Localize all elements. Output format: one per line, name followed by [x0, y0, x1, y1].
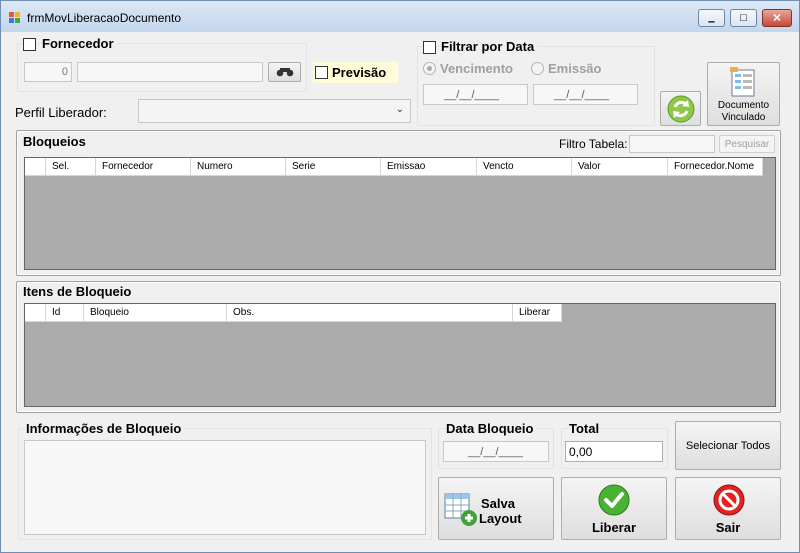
previsao-label: Previsão — [332, 65, 387, 80]
main-window: frmMovLiberacaoDocumento ▁ □ ✕ Fornecedo… — [0, 0, 800, 553]
emissao-radio[interactable] — [531, 62, 544, 75]
column-header[interactable]: Sel. — [46, 158, 96, 176]
fornecedor-search-button[interactable] — [268, 62, 301, 82]
column-header[interactable]: Obs. — [227, 304, 513, 322]
minimize-icon: ▁ — [708, 13, 715, 23]
row-header-cell — [25, 158, 46, 176]
filtro-data-checkbox[interactable] — [423, 41, 436, 54]
checkmark-icon — [598, 484, 630, 516]
selecionar-todos-label: Selecionar Todos — [685, 440, 771, 452]
documento-vinculado-button[interactable]: Documento Vinculado — [707, 62, 780, 126]
salva-layout-button[interactable]: Salva Layout — [438, 477, 554, 540]
sair-label: Sair — [715, 520, 741, 535]
maximize-button[interactable]: □ — [730, 9, 757, 27]
vencimento-radio[interactable] — [423, 62, 436, 75]
column-header[interactable]: Numero — [191, 158, 286, 176]
data-bloqueio-input[interactable]: __/__/____ — [443, 441, 549, 462]
liberar-label: Liberar — [591, 520, 637, 535]
fornecedor-label: Fornecedor — [42, 36, 118, 51]
salva-layout-label-2: Layout — [479, 511, 522, 526]
liberar-button[interactable]: Liberar — [561, 477, 667, 540]
vencimento-label: Vencimento — [440, 61, 513, 76]
salva-layout-label-1: Salva — [481, 496, 515, 511]
column-header[interactable]: Emissao — [381, 158, 477, 176]
close-button[interactable]: ✕ — [762, 9, 792, 27]
date-from-input[interactable]: __/__/____ — [423, 84, 528, 105]
fornecedor-code-input[interactable]: 0 — [24, 62, 72, 82]
itens-title: Itens de Bloqueio — [23, 284, 132, 299]
previsao-checkbox[interactable] — [315, 66, 328, 79]
total-title: Total — [569, 421, 603, 436]
column-header[interactable]: Vencto — [477, 158, 572, 176]
emissao-label: Emissão — [548, 61, 602, 76]
filtro-tabela-label: Filtro Tabela: — [559, 137, 628, 151]
minimize-button[interactable]: ▁ — [698, 9, 725, 27]
info-textarea[interactable] — [24, 440, 426, 535]
maximize-icon: □ — [740, 12, 747, 24]
column-header[interactable]: Fornecedor — [96, 158, 191, 176]
perfil-select[interactable]: ⌄ — [138, 99, 411, 123]
document-icon — [730, 67, 755, 97]
column-header[interactable]: Id — [46, 304, 84, 322]
window-title: frmMovLiberacaoDocumento — [27, 11, 182, 25]
data-bloqueio-title: Data Bloqueio — [446, 421, 537, 436]
row-header-cell — [25, 304, 46, 322]
pesquisar-button[interactable]: Pesquisar — [719, 135, 775, 153]
date-to-input[interactable]: __/__/____ — [533, 84, 638, 105]
title-bar: frmMovLiberacaoDocumento ▁ □ ✕ — [1, 1, 799, 32]
column-header[interactable]: Serie — [286, 158, 381, 176]
filtro-tabela-input[interactable] — [629, 135, 715, 153]
fornecedor-checkbox[interactable] — [23, 38, 36, 51]
itens-grid-header: Id Bloqueio Obs. Liberar — [25, 304, 562, 322]
bloqueios-grid[interactable]: Sel. Fornecedor Numero Serie Emissao Ven… — [24, 157, 776, 270]
selecionar-todos-button[interactable]: Selecionar Todos — [675, 421, 781, 470]
column-header[interactable]: Bloqueio — [84, 304, 227, 322]
perfil-label: Perfil Liberador: — [15, 105, 107, 120]
bloqueios-title: Bloqueios — [23, 134, 86, 149]
filtro-data-label: Filtrar por Data — [441, 39, 539, 54]
grid-add-icon — [444, 493, 477, 526]
chevron-down-icon: ⌄ — [395, 104, 404, 115]
info-title: Informações de Bloqueio — [26, 421, 186, 436]
refresh-button[interactable] — [660, 91, 701, 126]
column-header[interactable]: Fornecedor.Nome — [668, 158, 763, 176]
column-header[interactable]: Valor — [572, 158, 668, 176]
documento-vinculado-label-2: Vinculado — [721, 112, 766, 123]
documento-vinculado-label-1: Documento — [717, 100, 770, 111]
binoculars-icon — [276, 68, 294, 77]
sair-button[interactable]: Sair — [675, 477, 781, 540]
total-input[interactable]: 0,00 — [565, 441, 663, 462]
fornecedor-name-input[interactable] — [77, 62, 263, 82]
column-header[interactable]: Liberar — [513, 304, 562, 322]
bloqueios-grid-header: Sel. Fornecedor Numero Serie Emissao Ven… — [25, 158, 763, 176]
stop-icon — [713, 484, 745, 516]
close-icon: ✕ — [772, 12, 782, 25]
itens-grid[interactable]: Id Bloqueio Obs. Liberar — [24, 303, 776, 407]
app-icon — [9, 12, 21, 23]
refresh-icon — [667, 95, 695, 123]
